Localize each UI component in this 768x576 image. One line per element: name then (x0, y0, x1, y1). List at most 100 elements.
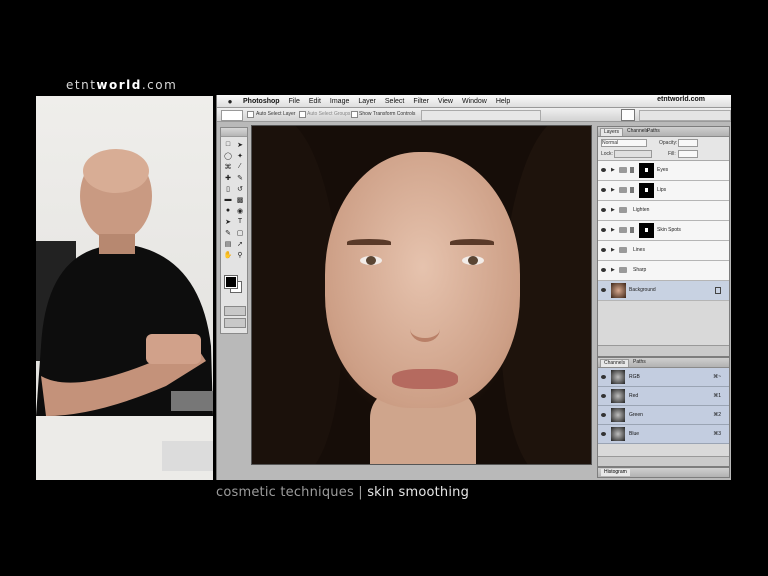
clone-stamp-icon[interactable]: ▯ (223, 184, 233, 193)
menu-layer[interactable]: Layer (358, 98, 376, 105)
apple-icon[interactable]: ● (225, 97, 235, 106)
expand-triangle-icon[interactable]: ▶ (611, 227, 615, 233)
auto-select-layer-checkbox[interactable] (247, 111, 254, 118)
zoom-tool-icon[interactable]: ⚲ (235, 250, 245, 259)
eraser-tool-icon[interactable]: ▬ (223, 195, 233, 204)
channel-row[interactable]: Blue ⌘3 (598, 425, 729, 444)
align-buttons-group[interactable] (421, 110, 541, 121)
show-transform-checkbox[interactable] (351, 111, 358, 118)
tab-paths-secondary[interactable]: Paths (630, 359, 649, 366)
brush-tool-icon[interactable]: ✎ (235, 173, 245, 182)
lasso-tool-icon[interactable]: ◯ (223, 151, 233, 160)
menu-filter[interactable]: Filter (413, 98, 429, 105)
quick-mask-toggle[interactable] (224, 306, 246, 316)
photoshop-window: ● Photoshop File Edit Image Layer Select… (216, 95, 731, 480)
folder-icon (619, 227, 627, 233)
menu-view[interactable]: View (438, 98, 453, 105)
layer-mask-thumbnail[interactable] (639, 183, 654, 198)
menu-image[interactable]: Image (330, 98, 349, 105)
channel-thumbnail (611, 370, 625, 384)
visibility-eye-icon[interactable] (601, 188, 606, 192)
tab-channels-active[interactable]: Channels (600, 359, 630, 367)
path-selection-icon[interactable]: ➤ (223, 217, 233, 226)
folder-icon (619, 187, 627, 193)
menu-window[interactable]: Window (462, 98, 487, 105)
channel-shortcut: ⌘2 (713, 412, 721, 418)
visibility-eye-icon[interactable] (601, 248, 606, 252)
expand-triangle-icon[interactable]: ▶ (611, 247, 615, 253)
gradient-tool-icon[interactable]: ▩ (235, 195, 245, 204)
history-brush-icon[interactable]: ↺ (235, 184, 245, 193)
pen-tool-icon[interactable]: ✎ (223, 228, 233, 237)
visibility-eye-icon[interactable] (601, 432, 606, 436)
layer-name: Lips (657, 187, 667, 193)
menu-app-name[interactable]: Photoshop (243, 98, 280, 105)
crop-tool-icon[interactable]: ⌘ (223, 162, 233, 171)
layer-row[interactable]: ▶ Eyes (598, 161, 729, 181)
visibility-eye-icon[interactable] (601, 268, 606, 272)
layer-row-selected[interactable]: Background (598, 281, 729, 301)
marquee-tool-icon[interactable]: □ (223, 140, 233, 149)
channel-shortcut: ⌘3 (713, 431, 721, 437)
layer-row[interactable]: ▶ Lighten (598, 201, 729, 221)
layer-mask-thumbnail[interactable] (639, 163, 654, 178)
layer-row[interactable]: ▶ Sharp (598, 261, 729, 281)
palette-well-tabs[interactable] (639, 110, 731, 121)
magic-wand-tool-icon[interactable]: ✦ (235, 151, 245, 160)
channel-row[interactable]: Green ⌘2 (598, 406, 729, 425)
expand-triangle-icon[interactable]: ▶ (611, 167, 615, 173)
auto-select-layer-label: Auto Select Layer (256, 111, 296, 117)
slice-tool-icon[interactable]: ⁄ (235, 162, 245, 171)
caption-topic: cosmetic techniques (216, 485, 354, 500)
menu-edit[interactable]: Edit (309, 98, 321, 105)
visibility-eye-icon[interactable] (601, 168, 606, 172)
dodge-tool-icon[interactable]: ◉ (235, 206, 245, 215)
options-bar: Auto Select Layer Auto Select Groups Sho… (217, 108, 731, 122)
layer-row[interactable]: ▶ Skin Spots (598, 221, 729, 241)
lock-buttons[interactable] (614, 150, 652, 158)
eyedropper-tool-icon[interactable]: ➚ (235, 239, 245, 248)
auto-select-groups-checkbox[interactable] (299, 111, 306, 118)
visibility-eye-icon[interactable] (601, 413, 606, 417)
layer-row[interactable]: ▶ Lines (598, 241, 729, 261)
histogram-palette-tab[interactable]: Histogram (597, 467, 730, 478)
palette-well-button[interactable] (621, 109, 635, 121)
menu-select[interactable]: Select (385, 98, 404, 105)
tab-layers[interactable]: Layers (600, 128, 624, 136)
opacity-field[interactable] (678, 139, 698, 147)
visibility-eye-icon[interactable] (601, 394, 606, 398)
foreground-color-swatch[interactable] (224, 275, 238, 289)
blur-tool-icon[interactable]: ● (223, 206, 233, 215)
visibility-eye-icon[interactable] (601, 375, 606, 379)
screen-mode-toggle[interactable] (224, 318, 246, 328)
layer-mask-thumbnail[interactable] (639, 223, 654, 238)
visibility-eye-icon[interactable] (601, 228, 606, 232)
tools-palette-header[interactable] (221, 128, 247, 137)
document-canvas[interactable] (251, 125, 592, 465)
layer-row[interactable]: ▶ Lips (598, 181, 729, 201)
caption-subtopic: skin smoothing (367, 485, 470, 500)
channels-bottom-toolbar[interactable] (598, 456, 729, 466)
visibility-eye-icon[interactable] (601, 208, 606, 212)
healing-brush-icon[interactable]: ✚ (223, 173, 233, 182)
hand-tool-icon[interactable]: ✋ (223, 250, 233, 259)
link-icon (630, 187, 634, 193)
shape-tool-icon[interactable]: ▢ (235, 228, 245, 237)
blend-mode-select[interactable]: Normal (601, 139, 647, 147)
tab-paths[interactable]: Paths (644, 128, 663, 135)
visibility-eye-icon[interactable] (601, 288, 606, 292)
notes-tool-icon[interactable]: ▤ (223, 239, 233, 248)
expand-triangle-icon[interactable]: ▶ (611, 267, 615, 273)
channel-row[interactable]: RGB ⌘~ (598, 368, 729, 387)
fill-field[interactable] (678, 150, 698, 158)
tool-preset-picker[interactable] (221, 110, 243, 121)
move-tool-icon[interactable]: ➤ (235, 140, 245, 149)
menu-help[interactable]: Help (496, 98, 510, 105)
type-tool-icon[interactable]: T (235, 217, 245, 226)
expand-triangle-icon[interactable]: ▶ (611, 207, 615, 213)
menu-file[interactable]: File (289, 98, 300, 105)
channel-row[interactable]: Red ⌘1 (598, 387, 729, 406)
layers-bottom-toolbar[interactable] (598, 345, 729, 356)
layer-name: Skin Spots (657, 227, 681, 233)
expand-triangle-icon[interactable]: ▶ (611, 187, 615, 193)
